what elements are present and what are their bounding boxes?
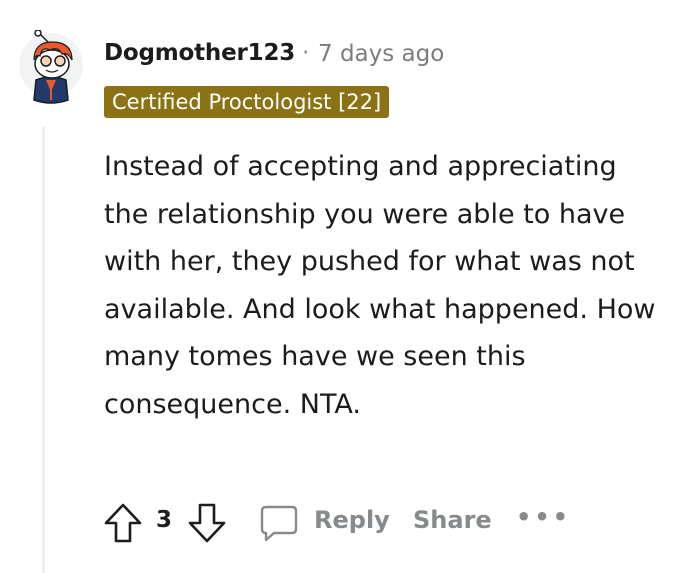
timestamp[interactable]: 7 days ago: [318, 41, 444, 67]
thread-line[interactable]: [42, 127, 45, 573]
share-button[interactable]: Share: [413, 506, 492, 534]
comment-body: Instead of accepting and appreciating th…: [104, 151, 656, 420]
more-options-icon[interactable]: •••: [516, 503, 571, 531]
comment-icon[interactable]: [258, 503, 300, 543]
upvote-icon[interactable]: [102, 501, 144, 545]
user-avatar[interactable]: [18, 30, 84, 108]
user-flair: Certified Proctologist [22]: [104, 86, 390, 118]
username[interactable]: Dogmother123: [104, 40, 295, 66]
reply-button[interactable]: Reply: [314, 506, 390, 534]
meta-separator: ·: [302, 40, 310, 66]
downvote-icon[interactable]: [186, 501, 228, 545]
comment-actions: 3 Reply Share •••: [96, 497, 686, 547]
vote-score: 3: [156, 507, 173, 533]
